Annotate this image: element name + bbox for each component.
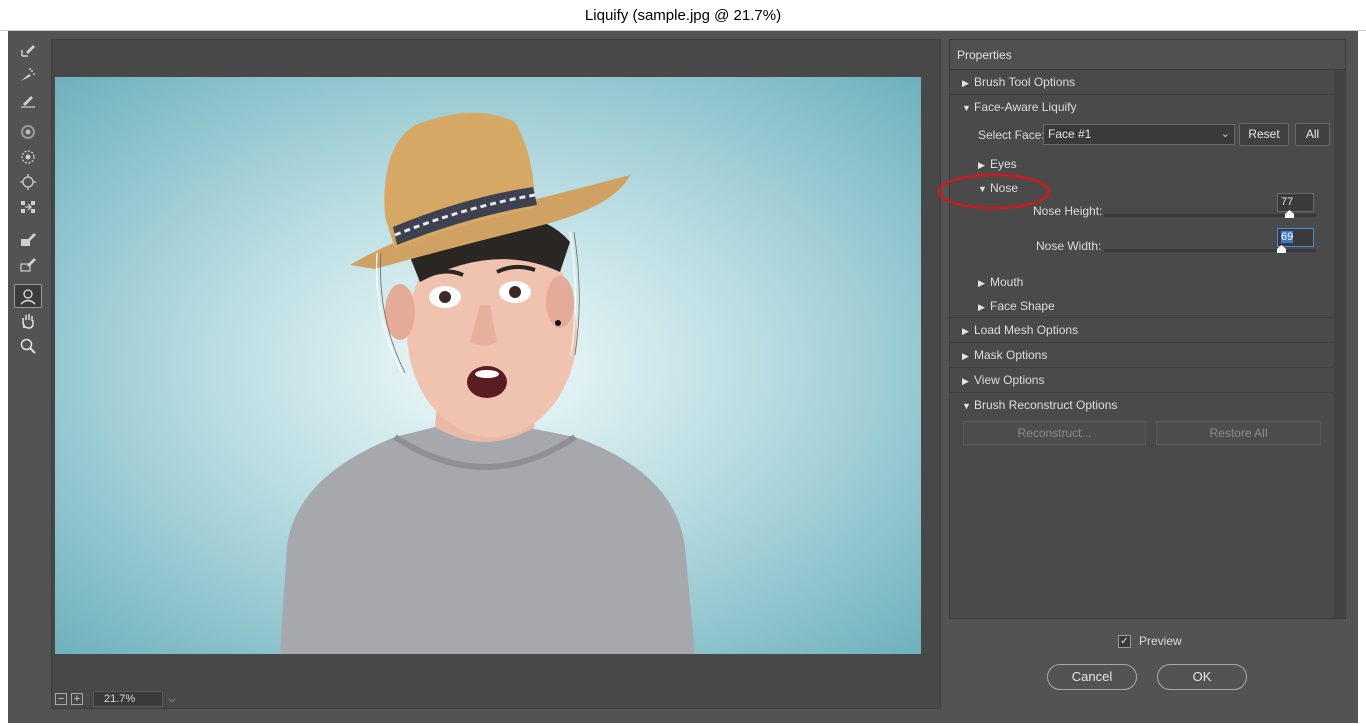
push-left-tool-icon[interactable]	[14, 195, 42, 219]
zoom-controls: − + 21.7% ⌵	[55, 690, 175, 708]
smooth-tool-icon[interactable]	[14, 88, 42, 112]
section-view-options[interactable]: ▶ View Options	[950, 368, 1334, 393]
preview-image[interactable]	[55, 77, 921, 654]
window-title: Liquify (sample.jpg @ 21.7%)	[584, 7, 782, 24]
section-face-aware-liquify[interactable]: ▼ Face-Aware Liquify	[950, 95, 1334, 120]
subsection-face-shape[interactable]: ▶ Face Shape	[950, 294, 1334, 318]
triangle-right-icon: ▶	[962, 326, 969, 336]
forward-warp-tool-icon[interactable]	[14, 38, 42, 62]
freeze-mask-tool-icon[interactable]	[14, 227, 42, 251]
hand-tool-icon[interactable]	[14, 309, 42, 333]
select-face-row: Select Face: Face #1 ⌄ Reset All	[950, 120, 1345, 152]
triangle-right-icon: ▶	[962, 78, 969, 88]
chevron-down-icon[interactable]: ⌵	[164, 692, 180, 706]
zoom-level-value: 21.7%	[104, 693, 136, 705]
bloat-tool-icon[interactable]	[14, 170, 42, 194]
nose-height-slider-thumb[interactable]	[1285, 210, 1294, 218]
zoom-tool-icon[interactable]	[14, 334, 42, 358]
section-brush-tool-options[interactable]: ▶ Brush Tool Options	[950, 70, 1334, 95]
reconstruct-row: Reconstruct... Restore All	[950, 418, 1345, 458]
select-face-label: Select Face:	[978, 128, 1045, 142]
nose-width-slider-thumb[interactable]	[1277, 245, 1286, 253]
pucker-tool-icon[interactable]	[14, 145, 42, 169]
title-bar: Liquify (sample.jpg @ 21.7%)	[0, 0, 1366, 31]
chevron-down-icon: ⌄	[1220, 128, 1230, 140]
reconstruct-button[interactable]: Reconstruct...	[963, 421, 1146, 445]
all-button[interactable]: All	[1295, 123, 1330, 146]
triangle-right-icon: ▶	[978, 302, 985, 312]
triangle-down-icon: ▼	[962, 401, 971, 411]
section-brush-reconstruct-options[interactable]: ▼ Brush Reconstruct Options	[950, 393, 1334, 418]
preview-label: Preview	[1139, 634, 1182, 648]
nose-height-input[interactable]: 77	[1277, 193, 1314, 212]
nose-width-row: Nose Width: 69	[950, 228, 1345, 270]
select-face-dropdown[interactable]: Face #1 ⌄	[1043, 124, 1235, 145]
ok-button[interactable]: OK	[1157, 664, 1247, 690]
reset-button[interactable]: Reset	[1239, 123, 1289, 146]
triangle-right-icon: ▶	[962, 351, 969, 361]
properties-panel: Properties ▶ Brush Tool Options ▼ Face-Awa…	[949, 39, 1346, 619]
zoom-out-button[interactable]: −	[55, 693, 67, 705]
triangle-down-icon: ▼	[962, 103, 971, 113]
section-mask-options[interactable]: ▶ Mask Options	[950, 343, 1334, 368]
nose-width-label: Nose Width:	[1036, 239, 1102, 253]
window-border-right	[1358, 31, 1366, 726]
face-tool-icon[interactable]	[14, 284, 42, 308]
subsection-mouth[interactable]: ▶ Mouth	[950, 270, 1345, 294]
zoom-level-field[interactable]: 21.7% ⌵	[93, 691, 175, 707]
panel-title: Properties	[950, 40, 1345, 70]
section-load-mesh-options[interactable]: ▶ Load Mesh Options	[950, 318, 1334, 343]
highlight-annotation-ellipse	[937, 173, 1051, 210]
twirl-tool-icon[interactable]	[14, 120, 42, 144]
preview-checkbox[interactable]: ✓	[1118, 634, 1131, 648]
window-border-left	[0, 31, 8, 726]
triangle-right-icon: ▶	[962, 376, 969, 386]
preview-checkbox-row[interactable]: ✓ Preview	[1118, 634, 1182, 648]
tools-panel	[14, 37, 44, 359]
cancel-button[interactable]: Cancel	[1047, 664, 1137, 690]
reconstruct-tool-icon[interactable]	[14, 63, 42, 87]
thaw-mask-tool-icon[interactable]	[14, 252, 42, 276]
restore-all-button[interactable]: Restore All	[1156, 421, 1321, 445]
zoom-in-button[interactable]: +	[71, 693, 83, 705]
triangle-right-icon: ▶	[978, 278, 985, 288]
